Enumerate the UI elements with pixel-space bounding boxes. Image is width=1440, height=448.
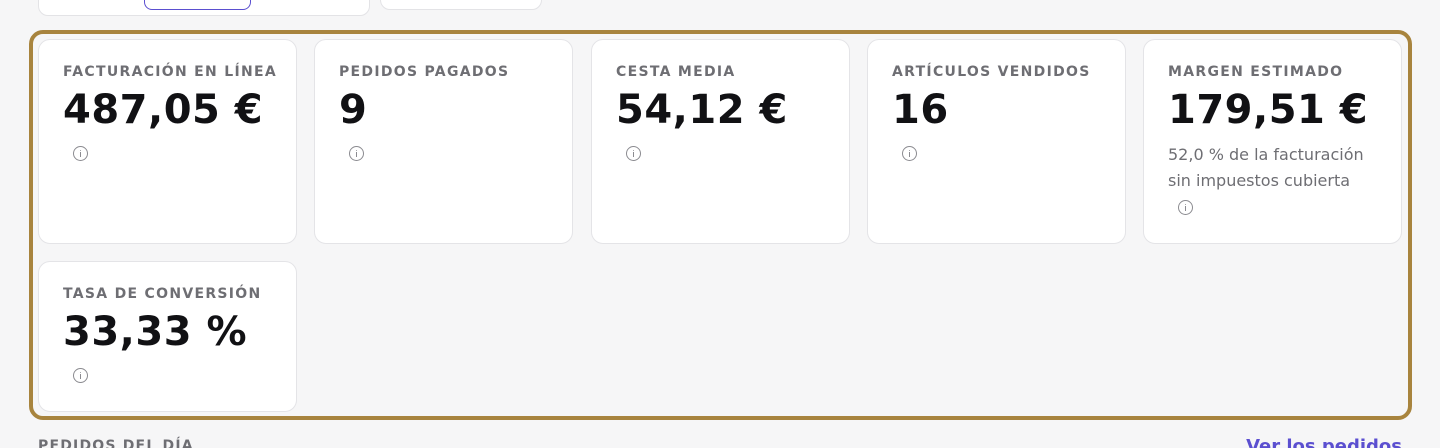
- kpi-card-paid-orders: PEDIDOS PAGADOS 9: [314, 39, 573, 244]
- orders-section-header: PEDIDOS DEL DÍA Ver los pedidos: [38, 436, 1402, 448]
- kpi-card-online-revenue: FACTURACIÓN EN LÍNEA 487,05 €: [38, 39, 297, 244]
- info-icon[interactable]: [73, 368, 88, 383]
- info-icon[interactable]: [626, 146, 641, 161]
- kpi-label: MARGEN ESTIMADO: [1168, 64, 1344, 80]
- info-icon[interactable]: [902, 146, 917, 161]
- kpi-note: 52,0 % de la facturación sin impuestos c…: [1168, 145, 1364, 190]
- kpi-card-items-sold: ARTÍCULOS VENDIDOS 16: [867, 39, 1126, 244]
- kpi-value: 16: [892, 87, 949, 133]
- kpi-label: PEDIDOS PAGADOS: [339, 64, 510, 80]
- date-selector[interactable]: [380, 0, 542, 10]
- section-title: PEDIDOS DEL DÍA: [38, 438, 194, 448]
- info-icon[interactable]: [1178, 200, 1193, 215]
- kpi-label: FACTURACIÓN EN LÍNEA: [63, 64, 277, 80]
- kpi-card-conversion-rate: TASA DE CONVERSIÓN 33,33 %: [38, 261, 297, 412]
- info-icon[interactable]: [73, 146, 88, 161]
- kpi-value: 179,51 €: [1168, 87, 1369, 133]
- kpi-card-estimated-margin: MARGEN ESTIMADO 179,51 € 52,0 % de la fa…: [1143, 39, 1402, 244]
- filter-tab-active[interactable]: [144, 0, 251, 10]
- kpi-value: 487,05 €: [63, 87, 264, 133]
- kpi-label: CESTA MEDIA: [616, 64, 736, 80]
- kpi-label: ARTÍCULOS VENDIDOS: [892, 64, 1091, 80]
- dashboard-page: FACTURACIÓN EN LÍNEA 487,05 € PEDIDOS PA…: [0, 0, 1440, 448]
- info-icon[interactable]: [349, 146, 364, 161]
- view-orders-link[interactable]: Ver los pedidos: [1246, 436, 1402, 448]
- kpi-card-average-basket: CESTA MEDIA 54,12 €: [591, 39, 850, 244]
- kpi-value: 9: [339, 87, 368, 133]
- kpi-value: 33,33 %: [63, 309, 248, 355]
- kpi-value: 54,12 €: [616, 87, 788, 133]
- kpi-label: TASA DE CONVERSIÓN: [63, 286, 262, 302]
